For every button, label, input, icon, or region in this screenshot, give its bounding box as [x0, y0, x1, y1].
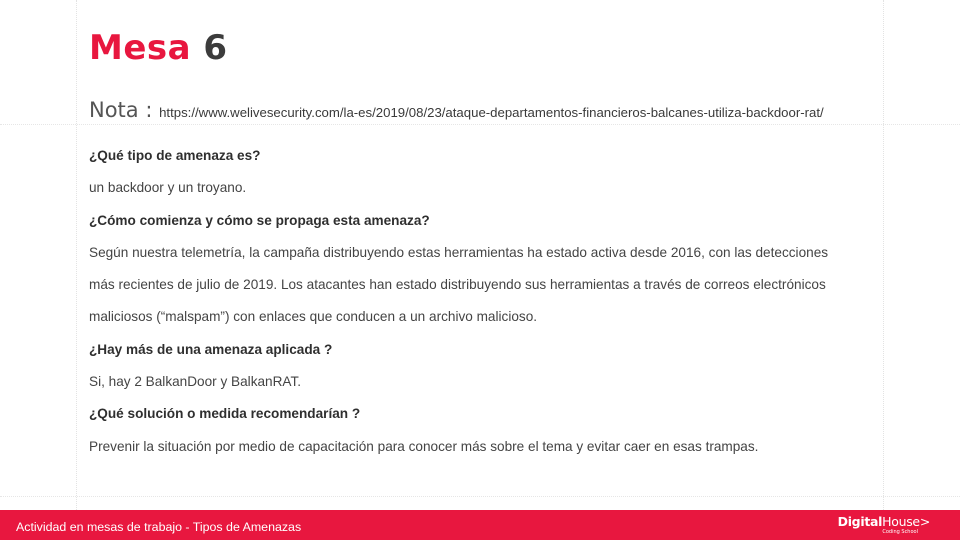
nota-url: https://www.welivesecurity.com/la-es/201… — [159, 105, 824, 120]
title-word: Mesa — [89, 28, 192, 68]
footer-text: Actividad en mesas de trabajo - Tipos de… — [16, 520, 302, 534]
slide-content: ¿Qué tipo de amenaza es? un backdoor y u… — [89, 140, 879, 463]
nota-line: Nota : https://www.welivesecurity.com/la… — [89, 96, 824, 127]
guide-line-right — [883, 0, 884, 510]
nota-label: Nota : — [89, 98, 160, 122]
question-3: ¿Hay más de una amenaza aplicada ? — [89, 341, 333, 357]
question-1: ¿Qué tipo de amenaza es? — [89, 148, 261, 163]
logo-wordmark: DigitalHouse> — [837, 514, 931, 529]
answer-4: Prevenir la situación por medio de capac… — [89, 438, 759, 454]
logo-subtitle: Coding School — [882, 529, 918, 535]
slide-title: Mesa 6 — [89, 26, 228, 70]
logo-arrow-icon: > — [919, 514, 930, 529]
answer-3: Si, hay 2 BalkanDoor y BalkanRAT. — [89, 374, 302, 390]
footer-bar: Actividad en mesas de trabajo - Tipos de… — [0, 510, 960, 540]
title-number: 6 — [203, 28, 228, 68]
answer-1: un backdoor y un troyano. — [89, 180, 247, 196]
answer-2-line-1: Según nuestra telemetría, la campaña dis… — [89, 244, 829, 260]
logo-light: House — [882, 514, 920, 529]
guide-line-left — [76, 0, 77, 510]
answer-2-line-2: más recientes de julio de 2019. Los atac… — [89, 277, 826, 293]
question-4: ¿Qué solución o medida recomendarían ? — [89, 406, 361, 422]
answer-2-line-3: maliciosos (“malspam”) con enlaces que c… — [89, 309, 538, 325]
logo-bold: Digital — [837, 514, 883, 529]
guide-line-bottom — [0, 496, 960, 497]
question-2: ¿Cómo comienza y cómo se propaga esta am… — [89, 212, 430, 228]
digitalhouse-logo: DigitalHouse> Coding School — [837, 514, 931, 536]
